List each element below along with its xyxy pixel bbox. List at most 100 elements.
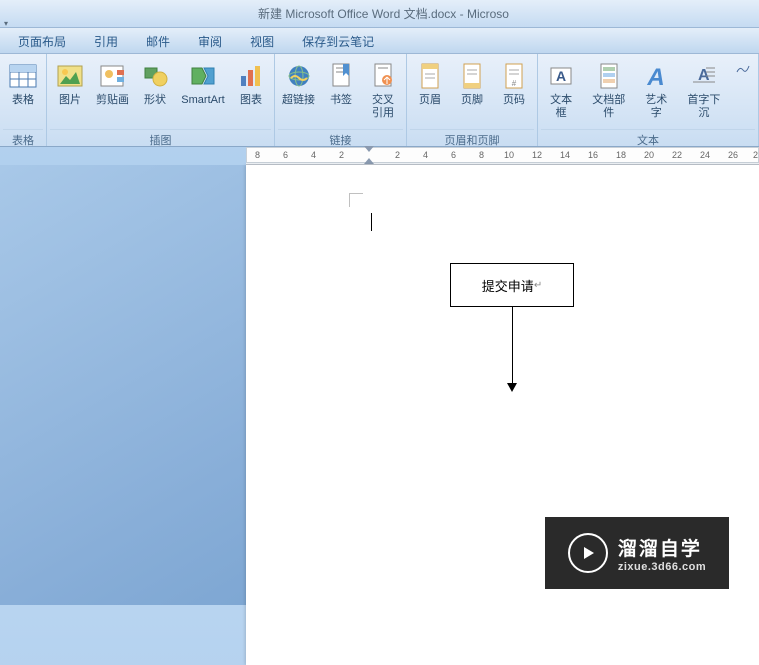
ruler-tick: 6 <box>451 150 456 160</box>
dropcap-icon: A <box>688 60 720 92</box>
clipart-button[interactable]: 剪贴画 <box>92 57 133 129</box>
bookmark-icon <box>325 60 357 92</box>
ruler-tick: 8 <box>479 150 484 160</box>
textbox-icon: A <box>545 60 577 92</box>
flowchart-box-text: 提交申请 <box>482 276 534 295</box>
ribbon-group-illustrations: 图片 剪贴画 形状 SmartArt <box>47 54 275 146</box>
hyperlink-icon <box>283 60 315 92</box>
clipart-label: 剪贴画 <box>96 94 129 107</box>
menu-page-layout[interactable]: 页面布局 <box>4 28 80 53</box>
ruler-tick: 2 <box>395 150 400 160</box>
watermark-subtitle: zixue.3d66.com <box>618 561 706 573</box>
chart-icon <box>235 60 267 92</box>
paragraph-mark-icon: ↵ <box>534 280 542 291</box>
table-button[interactable]: 表格 <box>3 57 43 129</box>
textbox-label: 文本框 <box>545 94 577 120</box>
flowchart-process-box[interactable]: 提交申请↵ <box>450 263 574 307</box>
menu-bar: 页面布局 引用 邮件 审阅 视图 保存到云笔记 <box>0 28 759 54</box>
group-label-headerfooter: 页眉和页脚 <box>410 129 534 146</box>
first-line-indent-icon[interactable] <box>364 146 374 152</box>
table-label: 表格 <box>12 94 34 107</box>
header-icon <box>414 60 446 92</box>
group-label-text: 文本 <box>541 129 755 146</box>
svg-text:A: A <box>647 64 665 89</box>
quickparts-icon <box>593 60 625 92</box>
window-title: 新建 Microsoft Office Word 文档.docx - Micro… <box>258 0 509 28</box>
ruler-tick: 6 <box>283 150 288 160</box>
menu-references[interactable]: 引用 <box>80 28 132 53</box>
shapes-icon <box>139 60 171 92</box>
signature-button[interactable] <box>731 57 755 129</box>
smartart-button[interactable]: SmartArt <box>177 57 229 129</box>
horizontal-ruler[interactable]: 8 6 4 2 2 4 6 8 10 12 14 16 18 20 22 24 … <box>246 147 759 163</box>
svg-text:#: # <box>512 79 517 88</box>
qat-dropdown-icon[interactable]: ▾ <box>4 10 8 38</box>
bookmark-label: 书签 <box>330 94 352 107</box>
ruler-tick: 14 <box>560 150 570 160</box>
ruler-tick: 8 <box>255 150 260 160</box>
picture-button[interactable]: 图片 <box>50 57 90 129</box>
ruler-tick: 26 <box>728 150 738 160</box>
footer-button[interactable]: 页脚 <box>452 57 492 129</box>
pagenum-icon: # <box>498 60 530 92</box>
workspace: 提交申请↵ 溜溜自学 zixue.3d66.com <box>0 165 759 605</box>
quickparts-button[interactable]: 文档部件 <box>583 57 634 129</box>
shapes-label: 形状 <box>144 94 166 107</box>
shapes-button[interactable]: 形状 <box>135 57 175 129</box>
hyperlink-label: 超链接 <box>282 94 315 107</box>
pagenum-button[interactable]: # 页码 <box>494 57 534 129</box>
ruler-tick: 22 <box>672 150 682 160</box>
header-button[interactable]: 页眉 <box>410 57 450 129</box>
wordart-icon: A <box>640 60 672 92</box>
textbox-button[interactable]: A 文本框 <box>541 57 581 129</box>
ruler-tick: 4 <box>423 150 428 160</box>
header-label: 页眉 <box>419 94 441 107</box>
signature-icon <box>735 60 751 76</box>
ruler-area: 8 6 4 2 2 4 6 8 10 12 14 16 18 20 22 24 … <box>246 147 759 165</box>
group-label-links: 链接 <box>278 129 403 146</box>
ruler-tick: 10 <box>504 150 514 160</box>
pagenum-label: 页码 <box>503 94 525 107</box>
menu-save-cloud[interactable]: 保存到云笔记 <box>288 28 388 53</box>
group-label-tables: 表格 <box>3 129 43 146</box>
menu-view[interactable]: 视图 <box>236 28 288 53</box>
crossref-icon <box>367 60 399 92</box>
ruler-tick: 4 <box>311 150 316 160</box>
play-icon <box>568 533 608 573</box>
wordart-button[interactable]: A 艺术字 <box>636 57 676 129</box>
picture-icon <box>54 60 86 92</box>
table-icon <box>7 60 39 92</box>
smartart-icon <box>187 60 219 92</box>
ruler-tick: 2 <box>753 150 758 160</box>
watermark-title: 溜溜自学 <box>618 534 706 561</box>
watermark-badge: 溜溜自学 zixue.3d66.com <box>545 517 729 589</box>
ruler-tick: 16 <box>588 150 598 160</box>
footer-icon <box>456 60 488 92</box>
ruler-tick: 12 <box>532 150 542 160</box>
title-bar: ▾ 新建 Microsoft Office Word 文档.docx - Mic… <box>0 0 759 28</box>
flowchart-arrow-line[interactable] <box>512 307 513 385</box>
menu-mailings[interactable]: 邮件 <box>132 28 184 53</box>
ribbon: 表格 表格 图片 剪贴画 形状 <box>0 54 759 147</box>
ruler-tick: 2 <box>339 150 344 160</box>
bookmark-button[interactable]: 书签 <box>321 57 361 129</box>
svg-text:A: A <box>556 68 566 84</box>
dropcap-label: 首字下沉 <box>682 94 725 120</box>
clipart-icon <box>97 60 129 92</box>
ribbon-group-headerfooter: 页眉 页脚 # 页码 页眉和页脚 <box>407 54 538 146</box>
hanging-indent-icon[interactable] <box>364 158 374 164</box>
menu-review[interactable]: 审阅 <box>184 28 236 53</box>
dropcap-button[interactable]: A 首字下沉 <box>678 57 729 129</box>
margin-corner-icon <box>349 193 363 207</box>
picture-label: 图片 <box>59 94 81 107</box>
wordart-label: 艺术字 <box>640 94 672 120</box>
hyperlink-button[interactable]: 超链接 <box>278 57 319 129</box>
flowchart-arrowhead-icon <box>507 383 517 392</box>
chart-button[interactable]: 图表 <box>231 57 271 129</box>
ribbon-group-text: A 文本框 文档部件 A 艺术字 A 首字下沉 <box>538 54 759 146</box>
crossref-button[interactable]: 交叉 引用 <box>363 57 403 129</box>
chart-label: 图表 <box>240 94 262 107</box>
ribbon-group-tables: 表格 表格 <box>0 54 47 146</box>
document-page[interactable]: 提交申请↵ <box>246 165 759 665</box>
ruler-tick: 24 <box>700 150 710 160</box>
